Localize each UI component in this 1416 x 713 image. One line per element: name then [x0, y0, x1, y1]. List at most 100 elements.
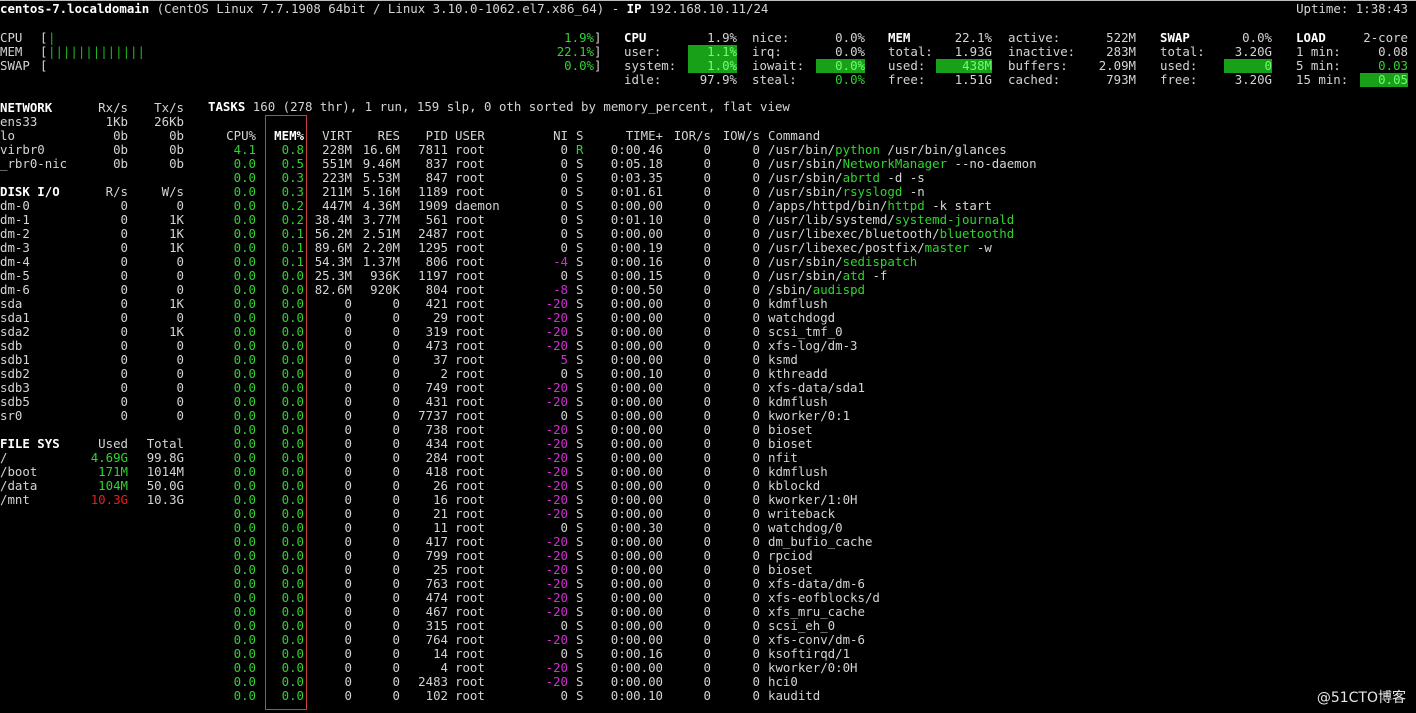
io-write: 0 [752, 282, 760, 297]
status: S [576, 604, 584, 619]
system-header: centos-7.localdomain (CentOS Linux 7.7.1… [0, 2, 768, 16]
filesys-mount: /mnt [0, 492, 30, 507]
status: S [576, 422, 584, 437]
mem-label: inactive: [1008, 44, 1076, 59]
column-header-ni[interactable]: NI [508, 129, 568, 143]
command-path: xfs-log/dm-3 [768, 338, 858, 353]
command: rpciod [768, 549, 813, 563]
pid: 799 [425, 548, 448, 563]
column-header-cmd[interactable]: Command [768, 129, 820, 143]
io-write: 0 [752, 618, 760, 633]
user: root [455, 506, 485, 521]
disk-read: 0 [120, 240, 128, 255]
nice: 0 [560, 156, 568, 171]
status: S [576, 576, 584, 591]
mem-value: 2.09M [1098, 58, 1136, 73]
mem-value: 522M [1106, 30, 1136, 45]
status: S [576, 296, 584, 311]
load-title: LOAD [1296, 30, 1326, 45]
nice: 0 [560, 366, 568, 381]
user: root [455, 366, 485, 381]
user: root [455, 282, 485, 297]
nice: -20 [545, 478, 568, 493]
swap-value: 3.20G [1234, 72, 1272, 87]
pid: 26 [433, 478, 448, 493]
command-name: systemd-journald [894, 212, 1015, 227]
command-path: /usr/sbin/ [768, 254, 843, 269]
status: S [576, 156, 584, 171]
io-write: 0 [752, 394, 760, 409]
filesys-total: 1014M [146, 464, 184, 479]
network-tx: 26Kb [154, 114, 184, 129]
mem-label: buffers: [1008, 58, 1068, 73]
command-path: watchdogd [768, 310, 836, 325]
swap-total-pct: 0.0% [1242, 30, 1272, 45]
command: kdmflush [768, 465, 828, 479]
command: kthreadd [768, 367, 828, 381]
mem-title: MEM [888, 30, 911, 45]
pid: 284 [425, 450, 448, 465]
user: root [455, 576, 485, 591]
status: S [576, 478, 584, 493]
filesys-total: 99.8G [146, 450, 184, 465]
pid: 16 [433, 492, 448, 507]
network-tx: 0b [169, 142, 184, 157]
nice: -20 [545, 562, 568, 577]
cpu-value: 1.1% [688, 45, 737, 59]
nice: -20 [545, 506, 568, 521]
diskio-r-header: R/s [105, 184, 128, 199]
command: hci0 [768, 675, 798, 689]
column-header-s[interactable]: S [576, 129, 583, 143]
disk-write: 0 [176, 394, 184, 409]
command: /apps/httpd/bin/httpd -k start [768, 199, 992, 213]
quicklook-label-cpu: CPU [0, 30, 23, 45]
disk-read: 0 [120, 282, 128, 297]
pid: 763 [425, 576, 448, 591]
command: /usr/sbin/NetworkManager --no-daemon [768, 157, 1037, 171]
nice: -20 [545, 450, 568, 465]
filesys-total: 10.3G [146, 492, 184, 507]
user: daemon [455, 198, 500, 213]
disk-name: sdb1 [0, 352, 30, 367]
command: scsi_tmf_0 [768, 325, 843, 339]
command: ksmd [768, 353, 798, 367]
io-write: 0 [752, 604, 760, 619]
swap-value: 0 [1224, 59, 1272, 73]
io-write: 0 [752, 562, 760, 577]
filesys-used: 4.69G [90, 450, 128, 465]
filesys-used: 10.3G [90, 492, 128, 507]
command: xfs_mru_cache [768, 605, 865, 619]
status: S [576, 520, 584, 535]
command-path: xfs-data/sda1 [768, 380, 865, 395]
command-path: hci0 [768, 674, 798, 689]
mem-label: used: [888, 58, 926, 73]
user: root [455, 226, 485, 241]
disk-name: dm-6 [0, 282, 30, 297]
quicklook-bar-cpu: | [48, 30, 56, 45]
io-write: 0 [752, 310, 760, 325]
swap-value: 3.20G [1234, 44, 1272, 59]
pid: 467 [425, 604, 448, 619]
command: xfs-data/dm-6 [768, 577, 865, 591]
status: S [576, 226, 584, 241]
io-write: 0 [752, 254, 760, 269]
io-write: 0 [752, 422, 760, 437]
command-args: -k start [924, 198, 992, 213]
command: dm_bufio_cache [768, 535, 872, 549]
disk-name: sda1 [0, 310, 30, 325]
io-write: 0 [752, 436, 760, 451]
column-header-iow[interactable]: IOW/s [700, 129, 760, 143]
bracket-open: [ [40, 44, 48, 59]
column-header-pid[interactable]: PID [388, 129, 448, 143]
nice: -20 [545, 324, 568, 339]
column-header-user[interactable]: USER [455, 129, 485, 143]
status: S [576, 268, 584, 283]
command-path: kdmflush [768, 394, 828, 409]
nice: 0 [560, 240, 568, 255]
command: /usr/lib/systemd/systemd-journald [768, 213, 1014, 227]
filesys-used: 104M [98, 478, 128, 493]
command-path: kdmflush [768, 464, 828, 479]
nice: -20 [545, 590, 568, 605]
user: root [455, 338, 485, 353]
status: S [576, 324, 584, 339]
